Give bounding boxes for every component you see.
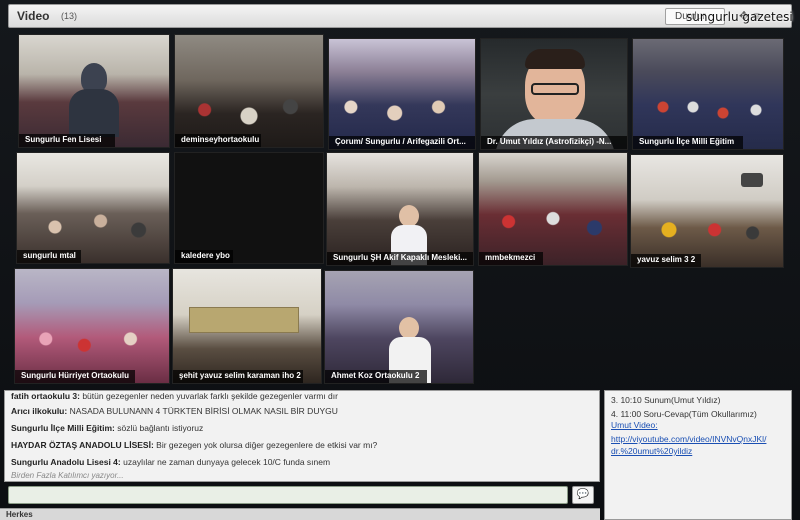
chat-text: uzaylılar ne zaman dunyaya gelecek 10/C … [123,457,331,467]
video-tile[interactable]: yavuz selim 3 2 [630,154,784,268]
chat-sender: Arıcı ilkokulu: [11,406,68,416]
video-label: Umut Video: [611,420,658,430]
send-button[interactable]: 💬 [572,486,594,504]
recipient-bar[interactable]: Herkes [0,508,600,520]
chat-sender: fatih ortaokulu 3: [11,391,80,401]
chat-text: NASADA BULUNANN 4 TÜRKTEN BİRİSİ OLMAK N… [69,406,338,416]
chat-message: Sungurlu Anadolu Lisesi 4: uzaylılar ne … [11,457,330,467]
speech-bubble-icon: 💬 [576,489,590,500]
tile-label: Ahmet Koz Ortaokulu 2 [325,370,427,383]
agenda-item: 3. 10:10 Sunum(Umut Yıldız) [611,395,721,405]
video-tile[interactable]: Dr. Umut Yıldız (Astrofizikçi) -N... [480,38,628,150]
chat-input[interactable] [8,486,568,504]
video-tile[interactable]: Çorum/ Sungurlu / Arifegazili Ort... [328,38,476,150]
tile-label: Sungurlu İlçe Milli Eğitim [633,136,743,149]
tile-label: Sungurlu ŞH Akif Kapaklı Mesleki... [327,252,473,265]
tile-label: mmbekmezci [479,252,543,265]
video-tile[interactable]: Sungurlu Fen Lisesi [18,34,170,148]
watermark: sungurlu gazetesi [686,10,793,24]
chat-text: sözlü bağlantı istiyoruz [117,423,204,433]
recipient-label: Herkes [6,510,33,519]
chat-text: Bir gezegen yok olursa diğer gezegenlere… [156,440,378,450]
tile-label: Sungurlu Fen Lisesi [19,134,115,147]
typing-indicator: Birden Fazla Katılımcı yazıyor... [11,471,124,480]
chat-sender: HAYDAR ÖZTAŞ ANADOLU LİSESİ: [11,440,154,450]
chat-text: bütün gezegenler neden yuvarlak farklı ş… [82,391,338,401]
video-tile[interactable]: Sungurlu Hürriyet Ortaokulu [14,268,170,384]
video-tile[interactable]: şehit yavuz selim karaman iho 2 [172,268,322,384]
tile-label: sungurlu mtal [17,250,81,263]
tile-label: yavuz selim 3 2 [631,254,701,267]
video-tile[interactable]: kaledere ybo [174,152,324,264]
tile-label: deminseyhortaokulu [175,134,261,147]
video-tile[interactable]: sungurlu mtal [16,152,170,264]
tile-label: Dr. Umut Yıldız (Astrofizikçi) -N... [481,136,627,149]
screen: Video (13) Durdur ✥≡ sungurlu gazetesi S… [0,0,800,520]
video-tile[interactable]: Sungurlu İlçe Milli Eğitim [632,38,784,150]
video-link[interactable]: dr.%20umut%20yildiz [611,446,692,456]
video-panel-titlebar: Video (13) Durdur ✥≡ [8,4,792,28]
chat-message: HAYDAR ÖZTAŞ ANADOLU LİSESİ: Bir gezegen… [11,440,377,450]
tile-label: şehit yavuz selim karaman iho 2 [173,370,303,383]
chat-panel: fatih ortaokulu 3: bütün gezegenler nede… [4,390,600,482]
video-tile[interactable]: mmbekmezci [478,152,628,266]
video-tile[interactable]: Ahmet Koz Ortaokulu 2 [324,270,474,384]
chat-sender: Sungurlu Anadolu Lisesi 4: [11,457,121,467]
agenda-item: 4. 11:00 Soru-Cevap(Tüm Okullarımız) [611,409,757,419]
video-tile[interactable]: Sungurlu ŞH Akif Kapaklı Mesleki... [326,152,474,266]
chat-message: fatih ortaokulu 3: bütün gezegenler nede… [11,391,338,401]
video-tile[interactable]: deminseyhortaokulu [174,34,324,148]
agenda-panel: 3. 10:10 Sunum(Umut Yıldız) 4. 11:00 Sor… [604,390,792,520]
chat-message: Sungurlu İlçe Milli Eğitim: sözlü bağlan… [11,423,203,433]
video-link[interactable]: http://viyoutube.com/video/INVNvQnxJKl/ [611,434,766,444]
tile-label: kaledere ybo [175,250,233,263]
participant-count: (13) [61,11,78,21]
tile-label: Sungurlu Hürriyet Ortaokulu [15,370,135,383]
tile-label: Çorum/ Sungurlu / Arifegazili Ort... [329,136,475,149]
chat-message: Arıcı ilkokulu: NASADA BULUNANN 4 TÜRKTE… [11,406,338,416]
chat-sender: Sungurlu İlçe Milli Eğitim: [11,423,115,433]
panel-title: Video [17,9,50,23]
